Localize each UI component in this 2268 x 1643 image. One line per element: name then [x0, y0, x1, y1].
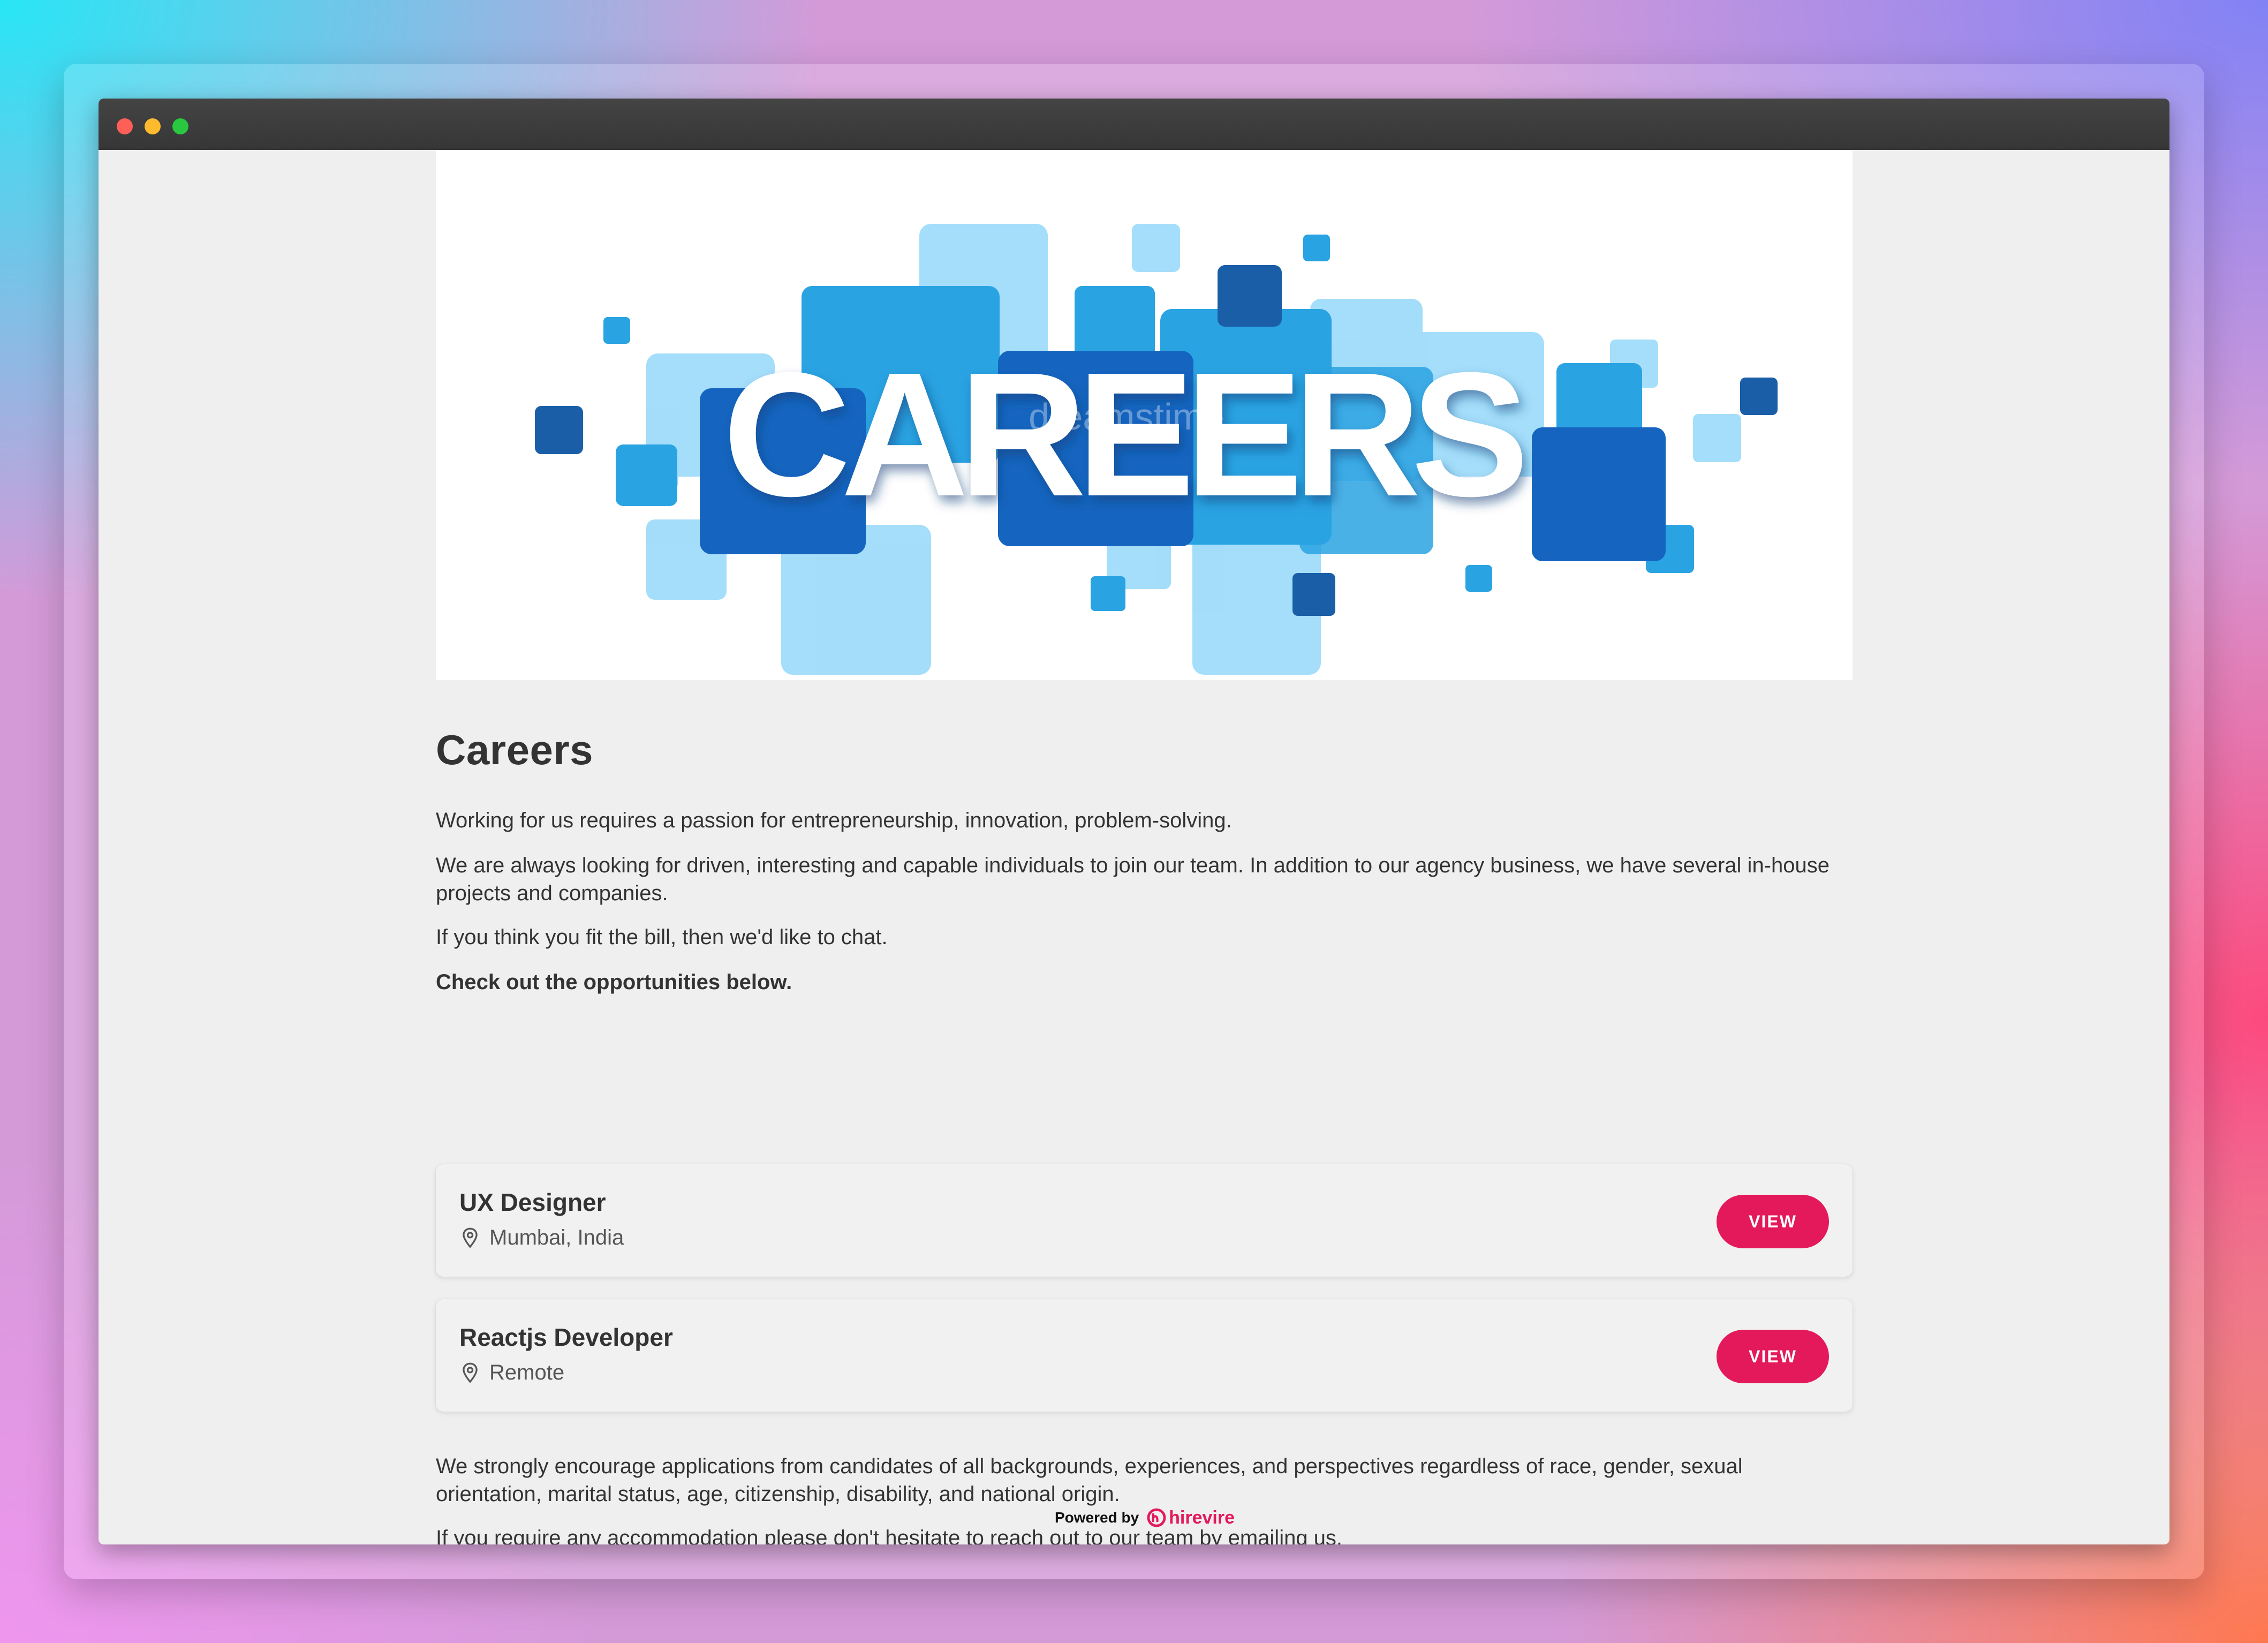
intro-paragraph: If you think you fit the bill, then we'd…: [436, 925, 888, 949]
maximize-window-button[interactable]: [172, 118, 188, 134]
job-location-text: Mumbai, India: [489, 1226, 624, 1249]
intro-paragraph: Working for us requires a passion for en…: [436, 809, 1232, 832]
hirevire-logo-icon: [1147, 1508, 1166, 1527]
location-pin-icon: [463, 1227, 478, 1248]
careers-banner-image: CAREERS dreamstime: [535, 224, 1778, 675]
job-location: Remote: [459, 1361, 564, 1385]
job-card: UX Designer Mumbai, India VIEW: [436, 1164, 1853, 1277]
view-job-button[interactable]: VIEW: [1717, 1195, 1829, 1248]
view-job-button[interactable]: VIEW: [1717, 1330, 1829, 1383]
opportunities-heading: Check out the opportunities below.: [436, 970, 792, 994]
close-window-button[interactable]: [117, 118, 133, 134]
job-location-text: Remote: [489, 1361, 565, 1384]
window-titlebar: [99, 99, 2169, 150]
diversity-statement: We strongly encourage applications from …: [436, 1454, 1743, 1506]
minimize-window-button[interactable]: [145, 118, 161, 134]
location-pin-icon: [463, 1362, 478, 1383]
job-card: Reactjs Developer Remote VIEW: [436, 1299, 1853, 1412]
job-title: Reactjs Developer: [459, 1323, 673, 1351]
careers-page: CAREERS dreamstime Careers Working for u…: [436, 150, 1853, 1544]
job-location: Mumbai, India: [459, 1226, 624, 1250]
job-title: UX Designer: [459, 1188, 606, 1216]
powered-by-footer[interactable]: Powered by hirevire: [770, 1502, 1519, 1534]
banner-watermark: dreamstime: [1029, 396, 1224, 438]
intro-paragraph: We are always looking for driven, intere…: [436, 854, 1829, 905]
powered-by-label: Powered by: [1054, 1509, 1139, 1526]
careers-hero-banner: CAREERS dreamstime: [436, 150, 1853, 680]
hirevire-brand-link[interactable]: hirevire: [1169, 1508, 1235, 1528]
page-title: Careers: [436, 726, 594, 773]
browser-window: CAREERS dreamstime Careers Working for u…: [99, 99, 2169, 1544]
